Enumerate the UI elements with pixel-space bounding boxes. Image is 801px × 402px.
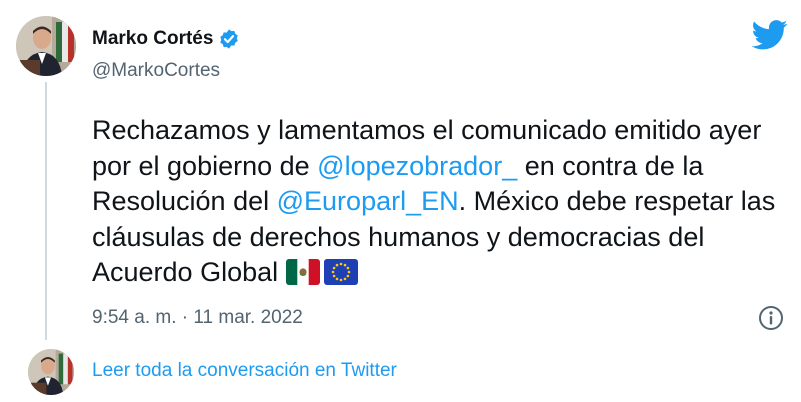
- mention-link-lopezobrador[interactable]: @lopezobrador_: [317, 151, 517, 181]
- author-handle[interactable]: @MarkoCortes: [92, 60, 220, 82]
- tweet-body: Rechazamos y lamentamos el comunicado em…: [92, 113, 782, 291]
- tweet-embed-card: Marko Cortés @MarkoCortes Rechazamos y l…: [0, 0, 801, 402]
- read-conversation-link[interactable]: Leer toda la conversación en Twitter: [92, 360, 397, 382]
- author-display-name[interactable]: Marko Cortés: [92, 28, 213, 50]
- tweet-timestamp[interactable]: 9:54 a. m. · 11 mar. 2022: [92, 307, 303, 329]
- mexico-flag-icon: [285, 259, 320, 285]
- author-avatar[interactable]: [16, 16, 76, 76]
- thread-connector-line: [45, 82, 47, 340]
- twitter-bird-icon[interactable]: [752, 20, 788, 50]
- mention-link-europarl[interactable]: @Europarl_EN: [277, 186, 459, 216]
- verified-badge-icon: [218, 28, 240, 50]
- info-icon[interactable]: [758, 305, 784, 331]
- eu-flag-icon: [323, 259, 358, 285]
- reply-avatar[interactable]: [28, 349, 74, 395]
- author-name-row[interactable]: Marko Cortés: [92, 28, 240, 50]
